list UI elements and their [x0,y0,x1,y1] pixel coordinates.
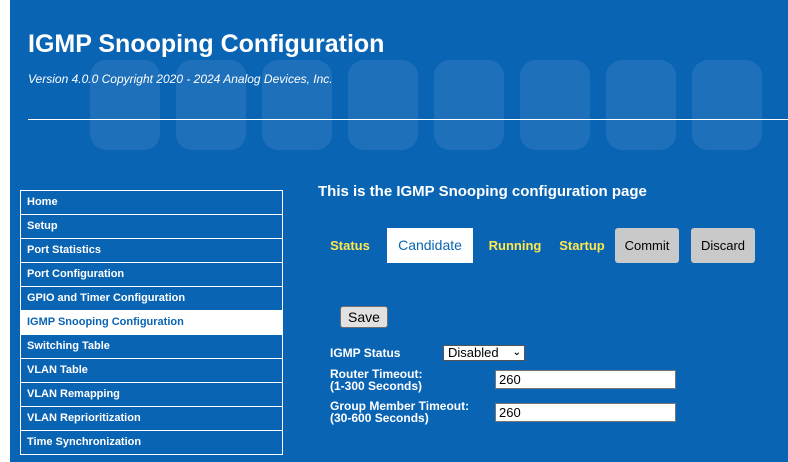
tab-startup[interactable]: Startup [554,228,610,263]
sidebar-item-port-configuration[interactable]: Port Configuration [20,262,283,287]
tab-running[interactable]: Running [485,228,545,263]
igmp-status-label: IGMP Status [330,346,401,360]
igmp-status-select[interactable]: Disabled ⌄ [443,345,525,361]
sidebar-item-switching-table[interactable]: Switching Table [20,334,283,359]
router-timeout-input[interactable]: 260 [495,370,676,389]
sidebar-item-port-statistics[interactable]: Port Statistics [20,238,283,263]
sidebar-item-time-synchronization[interactable]: Time Synchronization [20,430,283,455]
sidebar-nav: Home Setup Port Statistics Port Configur… [20,190,283,455]
sidebar-item-vlan-remapping[interactable]: VLAN Remapping [20,382,283,407]
router-timeout-label: Router Timeout: (1-300 Seconds) [330,367,423,393]
sidebar-item-vlan-table[interactable]: VLAN Table [20,358,283,383]
commit-button[interactable]: Commit [615,228,679,263]
tab-status[interactable]: Status [328,228,372,263]
app-frame: IGMP Snooping Configuration Version 4.0.… [10,0,788,462]
igmp-status-value: Disabled [448,345,499,360]
sidebar-item-home[interactable]: Home [20,190,283,215]
save-button[interactable]: Save [340,306,388,328]
group-member-timeout-input[interactable]: 260 [495,403,676,422]
sidebar-item-igmp-snooping-configuration[interactable]: IGMP Snooping Configuration [20,310,283,335]
sidebar-item-gpio-timer-configuration[interactable]: GPIO and Timer Configuration [20,286,283,311]
sidebar-item-vlan-reprioritization[interactable]: VLAN Reprioritization [20,406,283,431]
version-text: Version 4.0.0 Copyright 2020 - 2024 Anal… [28,72,333,86]
tab-candidate[interactable]: Candidate [387,228,473,263]
content-heading: This is the IGMP Snooping configuration … [318,183,647,200]
group-member-timeout-label: Group Member Timeout: (30-600 Seconds) [330,399,470,425]
page-title: IGMP Snooping Configuration [28,30,385,58]
discard-button[interactable]: Discard [691,228,755,263]
sidebar-item-setup[interactable]: Setup [20,214,283,239]
header-divider [28,119,788,120]
chevron-down-icon: ⌄ [512,347,521,358]
